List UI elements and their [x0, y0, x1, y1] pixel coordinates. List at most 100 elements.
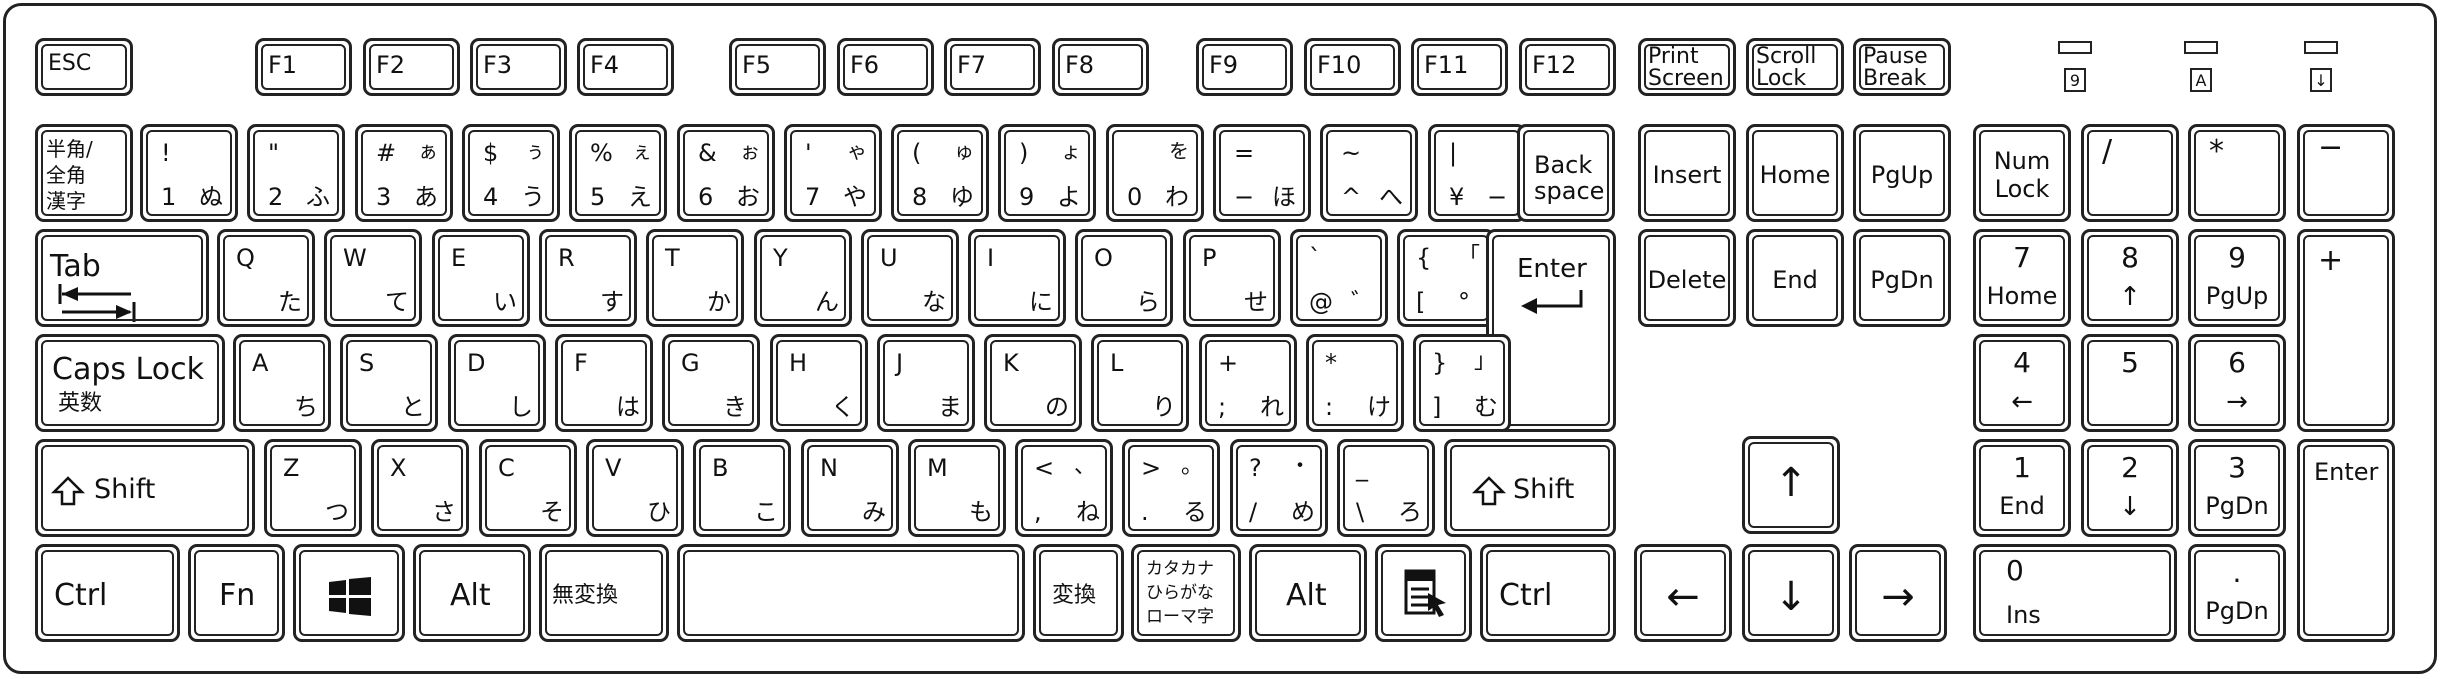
numpad-1-key[interactable]: 1 End [1973, 439, 2071, 537]
key-K[interactable]: Kの [984, 334, 1082, 432]
key-N[interactable]: Nみ [801, 439, 899, 537]
key-¥[interactable]: | ¥ − [1428, 124, 1526, 222]
right-arrow-key[interactable]: → [1849, 544, 1947, 642]
key-1[interactable]: ! 1 ぬ [140, 124, 238, 222]
f11-key[interactable]: F11 [1411, 38, 1508, 96]
key-T[interactable]: Tか [646, 229, 744, 327]
right-alt-key[interactable]: Alt [1249, 544, 1367, 642]
down-arrow-key[interactable]: ↓ [1742, 544, 1840, 642]
left-ctrl-key[interactable]: Ctrl [35, 544, 180, 642]
key-G[interactable]: Gき [662, 334, 760, 432]
numpad-9-key[interactable]: 9 PgUp [2188, 229, 2286, 327]
pgup-key[interactable]: PgUp [1853, 124, 1951, 222]
numpad-dot-key[interactable]: . PgDn [2188, 544, 2286, 642]
left-shift-key[interactable]: Shift [35, 439, 255, 537]
tab-key[interactable]: Tab [35, 229, 209, 327]
key-−[interactable]: = − ほ [1213, 124, 1311, 222]
key-X[interactable]: Xさ [371, 439, 469, 537]
numpad-divide-key[interactable]: / [2081, 124, 2179, 222]
key-0[interactable]: を 0わ [1106, 124, 1204, 222]
key-Y[interactable]: Yん [754, 229, 852, 327]
numpad-3-key[interactable]: 3 PgDn [2188, 439, 2286, 537]
key-U[interactable]: Uな [861, 229, 959, 327]
right-ctrl-key[interactable]: Ctrl [1480, 544, 1616, 642]
home-key[interactable]: Home [1746, 124, 1844, 222]
numpad-0-key[interactable]: 0 Ins [1973, 544, 2177, 642]
key-S[interactable]: Sと [340, 334, 438, 432]
muhenkan-key[interactable]: 無変換 [539, 544, 669, 642]
pause-break-key[interactable]: Pause Break [1853, 38, 1951, 96]
key-F[interactable]: Fは [555, 334, 653, 432]
key-R[interactable]: Rす [539, 229, 637, 327]
key-I[interactable]: Iに [968, 229, 1066, 327]
f4-key[interactable]: F4 [577, 38, 674, 96]
key-7[interactable]: ' ゃ 7 や [784, 124, 882, 222]
key-V[interactable]: Vひ [586, 439, 684, 537]
f6-key[interactable]: F6 [837, 38, 934, 96]
f1-key[interactable]: F1 [255, 38, 352, 96]
key-5[interactable]: % ぇ 5 え [569, 124, 667, 222]
delete-key[interactable]: Delete [1638, 229, 1736, 327]
numpad-2-key[interactable]: 2 ↓ [2081, 439, 2179, 537]
right-shift-key[interactable]: Shift [1444, 439, 1616, 537]
menu-key[interactable] [1375, 544, 1472, 642]
f9-key[interactable]: F9 [1196, 38, 1293, 96]
numpad-5-key[interactable]: 5 [2081, 334, 2179, 432]
key-_[interactable]: _ \ ろ [1337, 439, 1435, 537]
numpad-8-key[interactable]: 8 ↑ [2081, 229, 2179, 327]
key-+[interactable]: +; れ [1199, 334, 1297, 432]
key-9[interactable]: ) ょ 9 よ [998, 124, 1096, 222]
key-Z[interactable]: Zつ [264, 439, 362, 537]
key-8[interactable]: (ゅ 8 ゆ [891, 124, 989, 222]
print-screen-key[interactable]: Print Screen [1638, 38, 1736, 96]
kana-key[interactable]: カタカナ ひらがな ローマ字 [1131, 544, 1241, 642]
key-<[interactable]: <, 、ね [1015, 439, 1113, 537]
key-?[interactable]: ? / ・め [1230, 439, 1328, 537]
key-6[interactable]: & ぉ 6 お [677, 124, 775, 222]
key-P[interactable]: Pせ [1183, 229, 1281, 327]
numpad-7-key[interactable]: 7 Home [1973, 229, 2071, 327]
key-*[interactable]: *: け [1306, 334, 1404, 432]
caps-lock-key[interactable]: Caps Lock 英数 [35, 334, 225, 432]
key-J[interactable]: Jま [877, 334, 975, 432]
key-4[interactable]: $ ぅ 4 う [462, 124, 560, 222]
left-alt-key[interactable]: Alt [413, 544, 531, 642]
key-2[interactable]: " 2 ふ [247, 124, 345, 222]
numpad-enter-key[interactable]: Enter [2297, 439, 2395, 642]
f2-key[interactable]: F2 [363, 38, 460, 96]
f10-key[interactable]: F10 [1304, 38, 1401, 96]
key-{[interactable]: {[「 ° [1397, 229, 1495, 327]
key-M[interactable]: Mも [908, 439, 1006, 537]
f7-key[interactable]: F7 [944, 38, 1041, 96]
key-D[interactable]: Dし [448, 334, 546, 432]
key-}[interactable]: }] 」む [1413, 334, 1511, 432]
f5-key[interactable]: F5 [729, 38, 826, 96]
numpad-4-key[interactable]: 4 ← [1973, 334, 2071, 432]
esc-key[interactable]: ESC [35, 38, 133, 96]
key-C[interactable]: Cそ [479, 439, 577, 537]
f12-key[interactable]: F12 [1519, 38, 1616, 96]
space-key[interactable] [677, 544, 1025, 642]
up-arrow-key[interactable]: ↑ [1742, 436, 1840, 534]
num-lock-key[interactable]: Num Lock [1973, 124, 2071, 222]
key-^[interactable]: ~ ^ へ [1320, 124, 1418, 222]
key-A[interactable]: Aち [233, 334, 331, 432]
f3-key[interactable]: F3 [470, 38, 567, 96]
key-W[interactable]: Wて [324, 229, 422, 327]
windows-key[interactable] [293, 544, 405, 642]
henkan-key[interactable]: 変換 [1033, 544, 1124, 642]
insert-key[interactable]: Insert [1638, 124, 1736, 222]
key-H[interactable]: Hく [770, 334, 868, 432]
numpad-multiply-key[interactable]: * [2188, 124, 2286, 222]
key->[interactable]: >. 。る [1122, 439, 1220, 537]
backspace-key[interactable]: Back space [1517, 124, 1615, 222]
key-L[interactable]: Lり [1091, 334, 1189, 432]
scroll-lock-key[interactable]: Scroll Lock [1746, 38, 1844, 96]
numpad-6-key[interactable]: 6 → [2188, 334, 2286, 432]
hankaku-zenkaku-key[interactable]: 半角/全角 漢字 [35, 124, 133, 222]
left-arrow-key[interactable]: ← [1634, 544, 1732, 642]
f8-key[interactable]: F8 [1052, 38, 1149, 96]
numpad-plus-key[interactable]: + [2297, 229, 2395, 432]
key-Q[interactable]: Qた [217, 229, 315, 327]
key-`[interactable]: ` @ ゛ [1290, 229, 1388, 327]
